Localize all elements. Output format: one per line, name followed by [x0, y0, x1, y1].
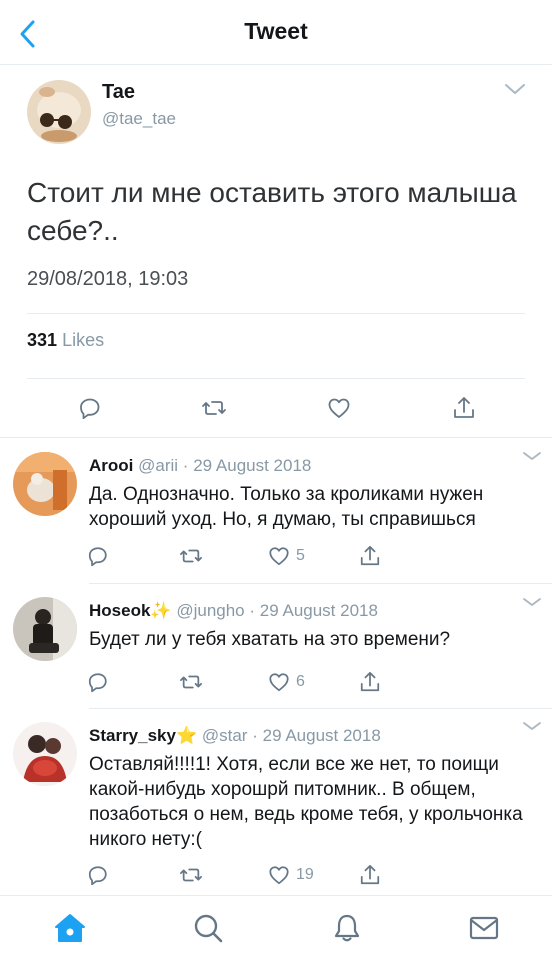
- reply-text: Будет ли у тебя хватать на это времени?: [89, 629, 451, 650]
- share-button[interactable]: [452, 395, 476, 421]
- tweet-timestamp: 29/08/2018, 19:03: [27, 268, 189, 290]
- reply-button[interactable]: [87, 671, 109, 693]
- divider: [89, 708, 552, 709]
- author-handle[interactable]: @tae_tae: [102, 109, 176, 129]
- reply-avatar[interactable]: [13, 597, 77, 661]
- home-icon: [55, 914, 85, 942]
- bottom-tab-bar: [0, 895, 552, 961]
- reply-handle[interactable]: @arii: [138, 456, 178, 475]
- like-count: 5: [296, 547, 305, 564]
- page-title: Tweet: [244, 18, 308, 44]
- share-button[interactable]: [359, 863, 381, 887]
- divider: [0, 437, 552, 438]
- heart-icon: [328, 398, 350, 418]
- divider: [27, 313, 525, 314]
- reply-handle[interactable]: @star: [202, 726, 248, 745]
- like-button[interactable]: 5: [268, 545, 305, 567]
- reply-author-name[interactable]: Arooi: [89, 456, 133, 475]
- reply-header: Hoseok✨ @jungho · 29 August 2018: [89, 601, 378, 621]
- chevron-down-icon: [523, 452, 541, 460]
- like-button[interactable]: 6: [268, 671, 305, 693]
- reply-handle[interactable]: @jungho: [176, 601, 244, 620]
- share-button[interactable]: [359, 670, 381, 694]
- like-count: 19: [296, 866, 314, 883]
- author-name[interactable]: Tae: [102, 81, 135, 104]
- dot-separator: ·: [252, 726, 258, 745]
- like-button[interactable]: 19: [268, 864, 314, 886]
- retweet-icon: [180, 675, 202, 689]
- chevron-down-icon: [505, 84, 525, 94]
- heart-icon: [269, 866, 289, 885]
- heart-icon: [269, 547, 289, 566]
- reply-author-name[interactable]: Starry_sky: [89, 726, 176, 745]
- dot-separator: ·: [182, 456, 189, 475]
- retweet-button[interactable]: [179, 545, 203, 567]
- reply-button[interactable]: [87, 864, 109, 886]
- reply-date: 29 August 2018: [262, 726, 381, 745]
- reply-icon: [88, 547, 107, 567]
- retweet-button[interactable]: [179, 864, 203, 886]
- reply-menu-caret[interactable]: [522, 719, 542, 737]
- tab-notifications[interactable]: [327, 910, 367, 946]
- dot-separator: ·: [249, 601, 256, 620]
- share-icon: [454, 397, 474, 418]
- share-icon: [360, 671, 380, 692]
- reply-avatar[interactable]: [13, 722, 77, 786]
- chevron-down-icon: [523, 722, 541, 730]
- search-icon: [194, 914, 223, 943]
- reply-button[interactable]: [78, 396, 102, 420]
- reply-icon: [80, 398, 100, 420]
- retweet-icon: [202, 401, 226, 415]
- author-avatar[interactable]: [27, 80, 91, 144]
- reply-date: 29 August 2018: [193, 456, 312, 475]
- share-icon: [360, 545, 380, 566]
- likes-count: 331: [27, 330, 58, 350]
- reply-menu-caret[interactable]: [522, 449, 542, 467]
- like-count: 6: [296, 673, 305, 690]
- chevron-down-icon: [523, 598, 541, 606]
- reply-author-name[interactable]: Hoseok: [89, 601, 150, 620]
- sparkles-emoji: ✨: [150, 601, 172, 620]
- mail-icon: [469, 916, 499, 940]
- reply-avatar[interactable]: [13, 452, 77, 516]
- reply-menu-caret[interactable]: [522, 595, 542, 613]
- reply-button[interactable]: [87, 545, 109, 567]
- reply-header: Arooi @arii · 29 August 2018: [89, 456, 311, 476]
- retweet-icon: [180, 549, 202, 563]
- reply-icon: [88, 866, 107, 886]
- reply-icon: [88, 673, 107, 693]
- like-button[interactable]: [327, 396, 351, 420]
- share-icon: [360, 864, 380, 885]
- tab-home[interactable]: [50, 910, 90, 946]
- likes-label: Likes: [62, 330, 105, 350]
- share-button[interactable]: [359, 544, 381, 568]
- reply-date: 29 August 2018: [259, 601, 378, 620]
- top-nav-bar: Tweet: [0, 0, 552, 65]
- divider: [89, 583, 552, 584]
- tab-search[interactable]: [188, 910, 228, 946]
- tweet-menu-caret[interactable]: [504, 82, 526, 101]
- divider: [27, 378, 525, 379]
- likes-summary[interactable]: 331 Likes: [27, 330, 104, 351]
- tab-messages[interactable]: [464, 910, 504, 946]
- reply-text: Оставляй!!!!1! Хотя, если все же нет, то…: [89, 754, 523, 850]
- reply-text: Да. Однозначно. Только за кроликами нуже…: [89, 484, 484, 530]
- star-emoji: ⭐: [175, 726, 198, 745]
- retweet-button[interactable]: [201, 396, 227, 420]
- retweet-button[interactable]: [179, 671, 203, 693]
- bell-icon: [334, 914, 360, 942]
- heart-icon: [269, 673, 289, 692]
- tweet-text: Стоит ли мне оставить этого малыша себе?…: [27, 177, 517, 246]
- retweet-icon: [180, 868, 202, 882]
- reply-header: Starry_sky⭐ @star · 29 August 2018: [89, 726, 381, 746]
